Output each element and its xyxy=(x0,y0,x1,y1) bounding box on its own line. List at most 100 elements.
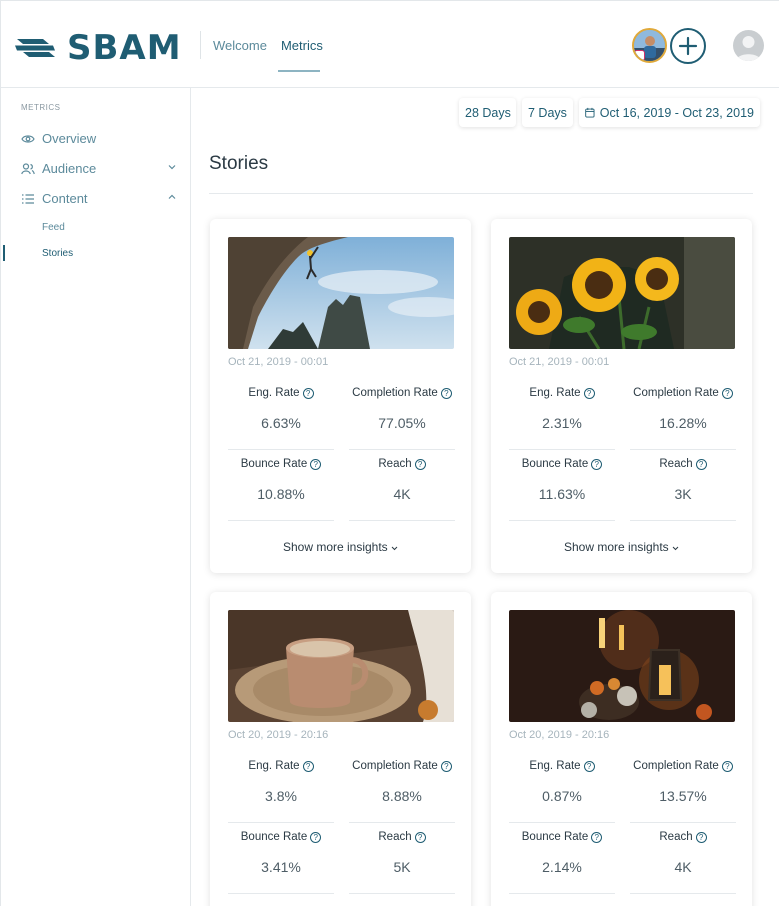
metric-value: 3K xyxy=(674,486,692,502)
metric-label: Bounce Rate xyxy=(240,831,308,843)
range-7-days-button[interactable]: 7 Days xyxy=(522,98,573,127)
user-silhouette-icon xyxy=(736,36,761,61)
top-nav: Welcome Metrics xyxy=(213,38,323,53)
chevron-down-icon xyxy=(672,546,679,551)
metric-divider xyxy=(509,822,615,823)
completion-rate-metric: Completion Rate? 8.88% xyxy=(349,760,455,823)
instagram-icon xyxy=(634,50,645,61)
help-icon[interactable]: ? xyxy=(302,760,314,772)
story-thumbnail-autumn-lanterns[interactable] xyxy=(509,610,735,722)
metric-divider xyxy=(349,449,455,450)
add-account-button[interactable] xyxy=(670,28,706,64)
metric-divider xyxy=(630,893,736,894)
help-icon[interactable]: ? xyxy=(583,387,595,399)
nav-metrics[interactable]: Metrics xyxy=(281,38,323,53)
metric-divider xyxy=(630,520,736,521)
show-more-insights-button[interactable]: Show more insights xyxy=(210,540,471,554)
title-divider xyxy=(209,193,753,194)
calendar-icon xyxy=(585,107,595,118)
chevron-down-icon[interactable] xyxy=(168,164,176,170)
metric-divider xyxy=(228,449,334,450)
chevron-down-icon xyxy=(391,546,398,551)
help-icon[interactable]: ? xyxy=(310,831,322,843)
help-icon[interactable]: ? xyxy=(440,760,452,772)
help-icon[interactable]: ? xyxy=(583,760,595,772)
story-thumbnail-coffee-cup[interactable] xyxy=(228,610,454,722)
sidebar-item-overview[interactable]: Overview xyxy=(21,131,176,146)
page-title: Stories xyxy=(209,153,269,174)
sunflowers-image xyxy=(509,237,735,349)
users-icon xyxy=(21,162,35,174)
sidebar-subitem-feed[interactable]: Feed xyxy=(42,222,65,233)
metric-value: 13.57% xyxy=(659,788,707,804)
help-icon[interactable]: ? xyxy=(695,831,707,843)
help-icon[interactable]: ? xyxy=(591,831,603,843)
metric-divider xyxy=(630,822,736,823)
metric-label: Completion Rate xyxy=(633,760,719,772)
metric-label: Eng. Rate xyxy=(529,760,581,772)
metric-divider xyxy=(228,822,334,823)
completion-rate-metric: Completion Rate? 77.05% xyxy=(349,387,455,450)
plus-icon xyxy=(678,36,698,56)
metric-label: Reach xyxy=(659,831,693,843)
autumn-lanterns-image xyxy=(509,610,735,722)
eng-rate-metric: Eng. Rate? 2.31% xyxy=(509,387,615,450)
help-icon[interactable]: ? xyxy=(721,387,733,399)
reach-metric: Reach? 4K xyxy=(630,831,736,894)
reach-metric: Reach? 3K xyxy=(630,458,736,521)
completion-rate-metric: Completion Rate? 16.28% xyxy=(630,387,736,450)
metric-value: 11.63% xyxy=(538,486,586,502)
instagram-account-avatar[interactable] xyxy=(632,28,667,63)
user-avatar[interactable] xyxy=(733,30,764,61)
metric-value: 5K xyxy=(393,859,411,875)
show-more-insights-button[interactable]: Show more insights xyxy=(491,540,752,554)
help-icon[interactable]: ? xyxy=(310,458,322,470)
metric-label: Reach xyxy=(378,831,412,843)
range-28-days-button[interactable]: 28 Days xyxy=(459,98,516,127)
story-date: Oct 20, 2019 - 20:16 xyxy=(228,729,329,741)
metric-label: Completion Rate xyxy=(633,387,719,399)
bounce-rate-metric: Bounce Rate? 3.41% xyxy=(228,831,334,894)
help-icon[interactable]: ? xyxy=(302,387,314,399)
nav-welcome[interactable]: Welcome xyxy=(213,38,267,53)
story-thumbnail-rock-climber[interactable] xyxy=(228,237,454,349)
metric-divider xyxy=(349,822,455,823)
date-range-picker[interactable]: Oct 16, 2019 - Oct 23, 2019 xyxy=(579,98,760,127)
help-icon[interactable]: ? xyxy=(414,458,426,470)
rock-climber-image xyxy=(228,237,454,349)
sunflower-large xyxy=(572,258,626,312)
metric-value: 3.8% xyxy=(265,788,297,804)
metric-value: 0.87% xyxy=(542,788,582,804)
chevron-up-icon[interactable] xyxy=(168,194,176,200)
metric-value: 77.05% xyxy=(378,415,426,431)
metric-value: 2.31% xyxy=(542,415,582,431)
metric-value: 3.41% xyxy=(261,859,301,875)
metric-value: 4K xyxy=(393,486,411,502)
sidebar-item-content[interactable]: Content xyxy=(21,191,176,206)
eng-rate-metric: Eng. Rate? 0.87% xyxy=(509,760,615,823)
logo-text: SBAM xyxy=(67,28,182,68)
sidebar-item-label: Overview xyxy=(42,131,97,146)
metric-divider xyxy=(630,449,736,450)
help-icon[interactable]: ? xyxy=(440,387,452,399)
bounce-rate-metric: Bounce Rate? 10.88% xyxy=(228,458,334,521)
metric-label: Eng. Rate xyxy=(529,387,581,399)
sidebar-subitem-stories[interactable]: Stories xyxy=(42,248,73,259)
help-icon[interactable]: ? xyxy=(695,458,707,470)
help-icon[interactable]: ? xyxy=(414,831,426,843)
help-icon[interactable]: ? xyxy=(591,458,603,470)
story-thumbnail-sunflowers[interactable] xyxy=(509,237,735,349)
metric-divider xyxy=(509,520,615,521)
story-card: Oct 20, 2019 - 20:16 Eng. Rate? 0.87% Co… xyxy=(491,592,752,906)
metric-divider xyxy=(349,520,455,521)
bounce-rate-metric: Bounce Rate? 2.14% xyxy=(509,831,615,894)
help-icon[interactable]: ? xyxy=(721,760,733,772)
metric-label: Reach xyxy=(378,458,412,470)
metric-label: Reach xyxy=(659,458,693,470)
sidebar-item-audience[interactable]: Audience xyxy=(21,161,176,176)
story-card: Oct 20, 2019 - 20:16 Eng. Rate? 3.8% Com… xyxy=(210,592,471,906)
coffee-cup-image xyxy=(228,610,454,722)
logo[interactable]: SBAM xyxy=(13,28,182,68)
metric-label: Bounce Rate xyxy=(521,458,589,470)
metric-divider xyxy=(349,893,455,894)
